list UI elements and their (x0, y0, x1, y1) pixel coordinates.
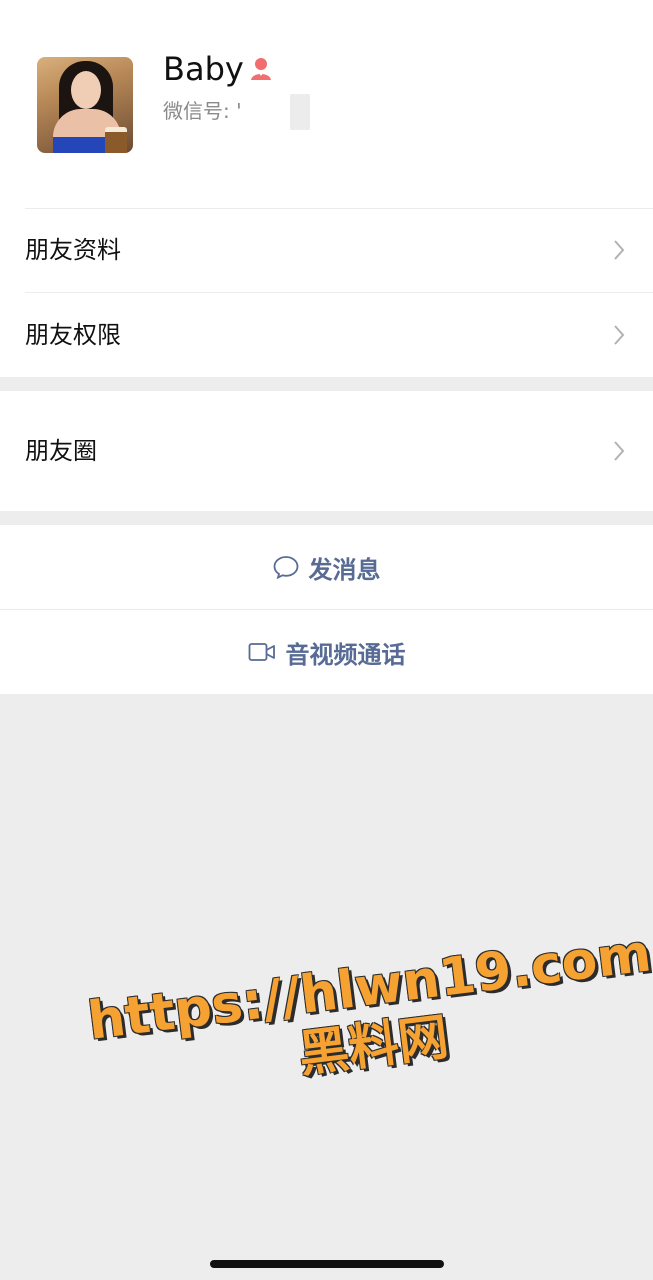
friend-info-row[interactable]: 朋友资料 (0, 208, 653, 292)
female-person-icon (251, 58, 271, 80)
home-indicator[interactable] (210, 1260, 444, 1268)
video-call-button[interactable]: 音视频通话 (0, 610, 653, 694)
chevron-right-icon (614, 441, 625, 461)
chat-bubble-icon (273, 556, 298, 579)
chevron-right-icon (614, 240, 625, 260)
redacted-wechat-id (290, 94, 310, 130)
friend-info-label: 朋友资料 (25, 236, 121, 264)
friend-permissions-label: 朋友权限 (25, 321, 121, 349)
friend-permissions-row[interactable]: 朋友权限 (0, 293, 653, 377)
wechat-id: 微信号: ' (163, 99, 242, 123)
video-call-label: 音视频通话 (285, 640, 406, 669)
send-message-button[interactable]: 发消息 (0, 525, 653, 609)
avatar[interactable] (37, 57, 133, 153)
moments-label: 朋友圈 (25, 437, 97, 465)
contact-name: Baby (163, 50, 244, 88)
chevron-right-icon (614, 325, 625, 345)
send-message-label: 发消息 (308, 555, 381, 584)
watermark: https://hlwn19.com 黑料网 (85, 923, 653, 1109)
profile-header: Baby 微信号: ' (0, 0, 653, 208)
video-camera-icon (248, 643, 275, 661)
moments-row[interactable]: 朋友圈 (0, 409, 653, 493)
moments-group: 朋友圈 (0, 391, 653, 511)
friend-settings-group: 朋友资料 朋友权限 (0, 208, 653, 377)
